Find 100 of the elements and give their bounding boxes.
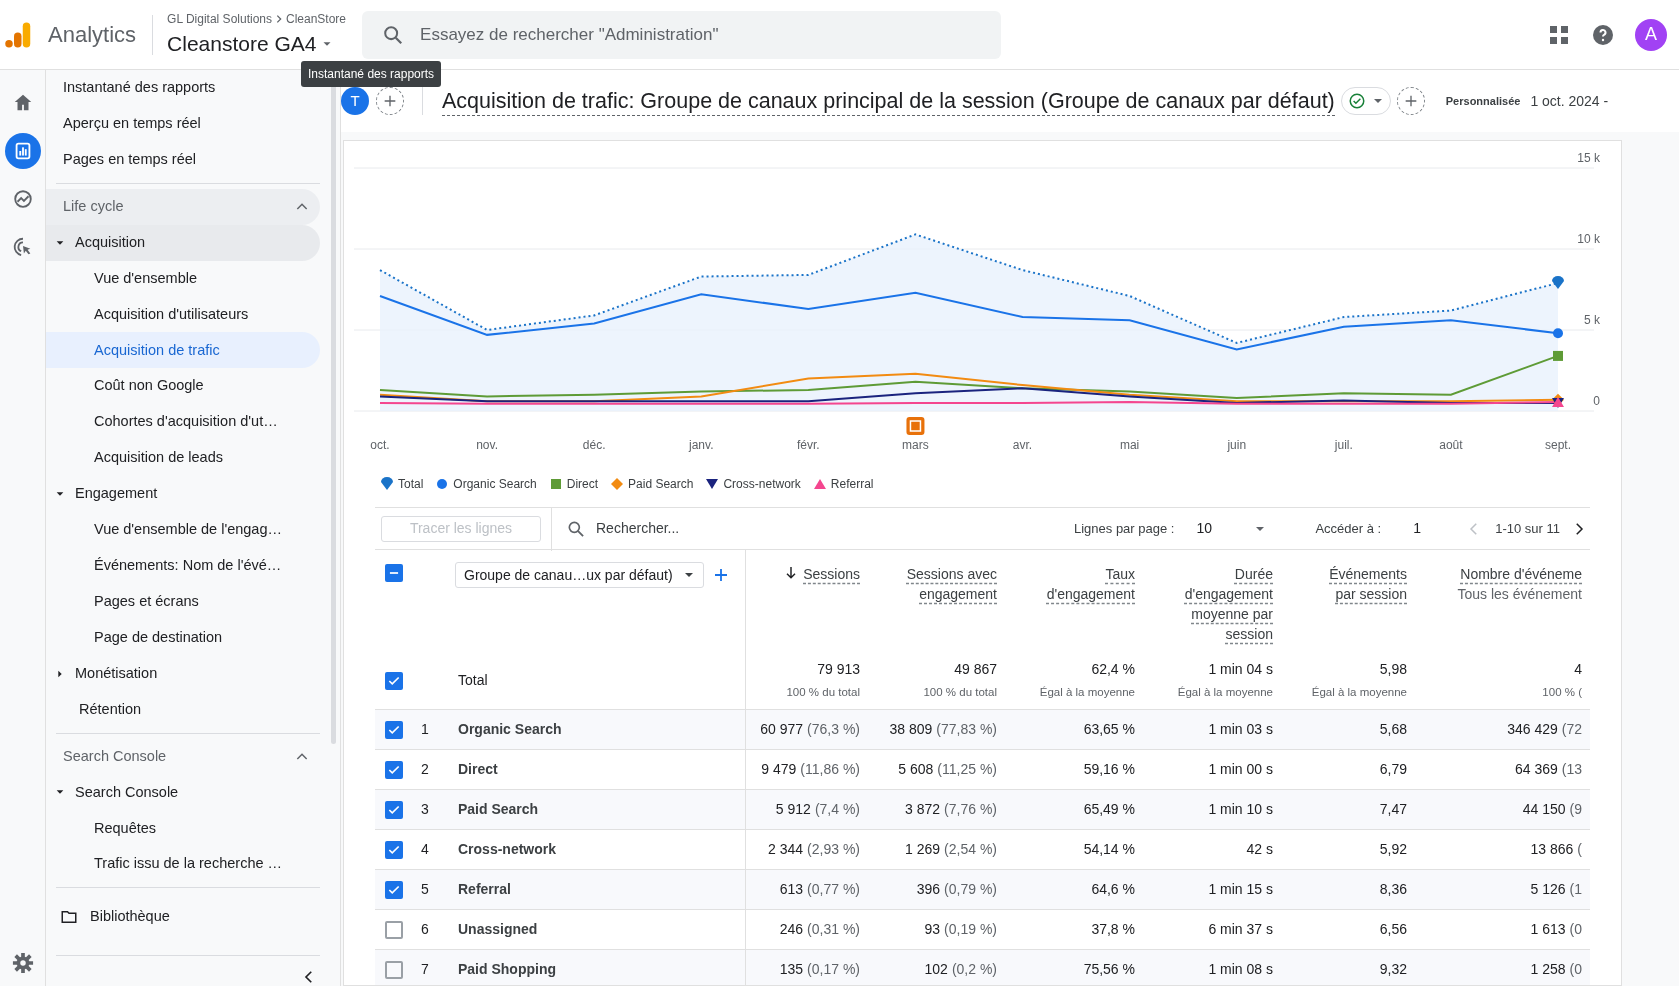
breadcrumb-link[interactable]: CleanStore <box>286 9 347 28</box>
share-text: ( <box>1577 840 1582 859</box>
user-avatar[interactable]: A <box>1635 18 1667 51</box>
comparison-avatar[interactable]: T <box>341 87 369 115</box>
table-cell-text: 13 866 <box>1530 840 1574 859</box>
search-bar[interactable]: Essayez de rechercher "Administration" <box>362 10 1002 59</box>
table-cell-text: 8,36 <box>1379 880 1407 899</box>
total-value: 4 <box>1574 660 1582 680</box>
total-label: Total <box>458 671 488 690</box>
checkbox[interactable] <box>385 800 403 819</box>
nav-item[interactable]: Acquisition de trafic <box>46 332 320 369</box>
table-cell-text: 60 977 <box>760 720 804 739</box>
table-cell-text: 1 min 03 s <box>1208 720 1273 739</box>
nav-item[interactable]: Page de destination <box>46 619 320 656</box>
checkbox[interactable] <box>385 960 403 979</box>
column-header[interactable]: Sessions <box>783 564 860 584</box>
nav-item[interactable]: Trafic issu de la recherche … <box>46 846 320 883</box>
share-text: (9 <box>1569 800 1582 819</box>
table-cell-text: 6,56 <box>1379 920 1407 939</box>
share-text: (7,76 %) <box>944 800 997 819</box>
checkbox[interactable] <box>385 671 403 690</box>
share-text: (0,17 %) <box>807 960 860 979</box>
nav-group[interactable]: Rétention <box>46 691 320 728</box>
axis-label: juil. <box>1334 438 1353 452</box>
axis-label: 10 k <box>1577 232 1600 246</box>
column-header[interactable]: Sessions avec engagement <box>897 564 997 604</box>
breadcrumb-link[interactable]: GL Digital Solutions <box>167 9 272 28</box>
goto-label: Accéder à : <box>1315 519 1382 538</box>
checkbox[interactable] <box>385 564 403 582</box>
nav-item[interactable]: Requêtes <box>46 810 320 847</box>
nav-item[interactable]: Acquisition d'utilisateurs <box>46 296 320 333</box>
share-text: (11,25 %) <box>937 760 997 779</box>
rows-per-page-dropdown[interactable]: 10 <box>1196 518 1267 539</box>
table-cell-text: 64 369 <box>1514 760 1558 779</box>
table-cell-text: 1 613 <box>1530 920 1566 939</box>
table-cell-text: 6 min 37 s <box>1208 920 1273 939</box>
share-text: (0,79 %) <box>944 880 997 899</box>
nav-group[interactable]: Acquisition <box>46 224 320 261</box>
nav-item[interactable]: Pages en temps réel <box>46 141 320 178</box>
checkbox[interactable] <box>385 880 403 899</box>
channel-name: Organic Search <box>458 720 562 739</box>
help-icon[interactable] <box>1591 22 1615 47</box>
share-text: (77,83 %) <box>936 720 997 739</box>
axis-label: avr. <box>1012 438 1033 452</box>
nav-group[interactable]: Engagement <box>46 476 320 513</box>
section-header[interactable]: Search Console <box>46 738 320 775</box>
nav-item[interactable]: Pages et écrans <box>46 583 320 620</box>
table-cell-text: 6,79 <box>1379 760 1407 779</box>
scrollbar[interactable] <box>331 84 336 744</box>
legend-label: Direct <box>566 476 599 493</box>
share-text: (0 <box>1569 960 1582 979</box>
date-range-text[interactable]: 1 oct. 2024 - <box>1530 90 1609 112</box>
row-index: 6 <box>421 920 429 939</box>
nav-group[interactable]: Monétisation <box>46 655 320 692</box>
goto-page-field[interactable]: 1 <box>1413 518 1454 539</box>
checkbox[interactable] <box>385 760 403 779</box>
nav-item[interactable]: Vue d'ensemble <box>46 260 320 297</box>
dimension-dropdown[interactable]: Groupe de canau…ux par défaut) <box>455 562 704 588</box>
section-header[interactable]: Life cycle <box>46 188 320 225</box>
checkbox[interactable] <box>385 720 403 739</box>
nav-group[interactable]: Search Console <box>46 774 320 811</box>
table-cell-text: 5,68 <box>1379 720 1407 739</box>
page-range-text: 1-10 sur 11 <box>1495 519 1560 538</box>
nav-item[interactable]: Coût non Google <box>46 368 320 405</box>
column-header[interactable]: Durée d'engagement moyenne par session <box>1173 564 1273 644</box>
axis-label: 5 k <box>1584 313 1600 327</box>
row-index: 5 <box>421 880 429 899</box>
table-cell-text: 1 min 08 s <box>1208 960 1273 979</box>
share-text: (0,2 %) <box>951 960 997 979</box>
table-cell-text: 9 479 <box>761 760 797 779</box>
annotation-icon[interactable] <box>906 417 925 435</box>
end-marker <box>1553 328 1563 339</box>
nav-item[interactable]: Vue d'ensemble de l'engag… <box>46 512 320 548</box>
table-cell-text: 9,32 <box>1379 960 1407 979</box>
checkbox[interactable] <box>385 840 403 859</box>
property-selector[interactable]: Cleanstore GA4 <box>167 27 347 60</box>
column-header[interactable]: Nombre d'événeme <box>1460 564 1582 584</box>
share-text: (76,3 %) <box>807 720 860 739</box>
column-header[interactable]: Événements par session <box>1307 564 1407 604</box>
end-marker <box>1552 276 1564 289</box>
library-link[interactable]: Bibliothèque <box>46 893 320 942</box>
row-index: 2 <box>421 760 429 779</box>
nav-item[interactable]: Aperçu en temps réel <box>46 105 320 142</box>
share-text: (2,93 %) <box>807 840 860 859</box>
table-search-field[interactable]: Rechercher... <box>596 518 1016 539</box>
nav-item[interactable]: Événements: Nom de l'évé… <box>46 548 320 584</box>
nav-item[interactable]: Cohortes d'acquisition d'ut… <box>46 404 320 441</box>
nav-item[interactable]: Acquisition de leads <box>46 440 320 477</box>
share-text: (0,77 %) <box>807 880 860 899</box>
column-header[interactable]: Taux d'engagement <box>1035 564 1135 604</box>
axis-label: 0 <box>1593 394 1600 408</box>
table-cell-text: 93 <box>924 920 941 939</box>
row-index: 1 <box>421 720 429 739</box>
checkbox[interactable] <box>385 920 403 939</box>
axis-label: sept. <box>1545 438 1571 452</box>
table-cell-text: 246 <box>779 920 804 939</box>
settings-icon[interactable] <box>11 952 34 974</box>
search-field[interactable]: Essayez de rechercher "Administration" <box>420 21 981 48</box>
rail-nav-button[interactable] <box>4 133 41 169</box>
channel-name: Referral <box>458 880 511 899</box>
